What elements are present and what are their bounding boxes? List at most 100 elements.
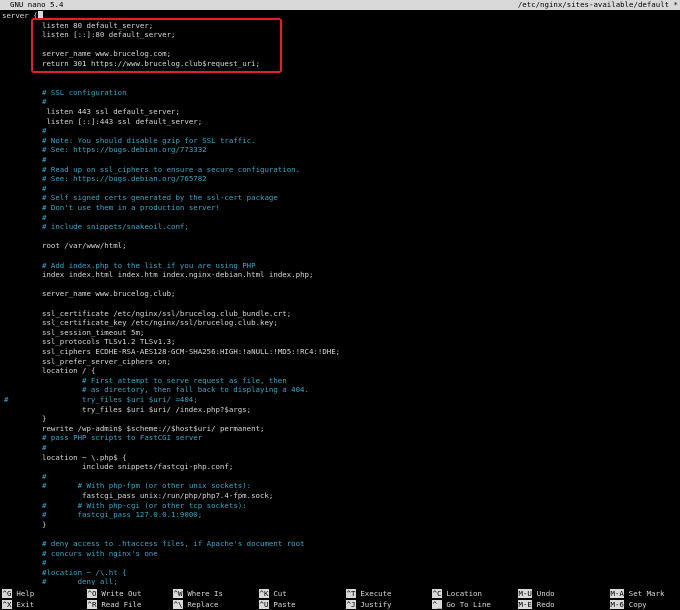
code-text: } xyxy=(42,519,47,529)
shortcut-key: ^J xyxy=(346,600,356,609)
code-text: listen [::]:443 ssl default_server; xyxy=(42,116,203,126)
code-text: ssl_certificate /etc/nginx/ssl/brucelog.… xyxy=(42,308,292,318)
code-text: ssl_prefer_server_ciphers on; xyxy=(42,356,172,366)
code-text: location ~ \.php$ { xyxy=(42,452,127,462)
shortcut-label: Where Is xyxy=(182,589,223,598)
shortcut-key: ^W xyxy=(173,589,183,598)
comment-text: # SSL configuration xyxy=(42,87,127,97)
comment-text: # # With php-fpm (or other unix sockets)… xyxy=(42,481,252,491)
shortcut-key: M-E xyxy=(518,600,533,609)
shortcut-go-to-line[interactable]: ^_ Go To Line xyxy=(432,600,491,610)
comment-text: # include snippets/snakeoil.conf; xyxy=(42,222,189,232)
code-text: } xyxy=(42,414,47,424)
shortcut-label: Copy xyxy=(624,600,647,609)
code-text: try_files $uri $uri/ /index.php?$args; xyxy=(82,404,252,414)
shortcut-label: Execute xyxy=(355,589,392,598)
shortcut-justify[interactable]: ^J Justify xyxy=(346,600,392,610)
shortcut-label: Redo xyxy=(532,600,555,609)
shortcut-key: ^O xyxy=(87,589,97,598)
comment-text: # xyxy=(42,97,47,107)
code-text: include snippets/fastcgi-php.conf; xyxy=(82,462,234,472)
shortcut-label: Location xyxy=(441,589,482,598)
shortcut-key: M-U xyxy=(518,589,533,598)
shortcut-set-mark[interactable]: M-A Set Mark xyxy=(610,589,664,599)
shortcut-read-file[interactable]: ^R Read File xyxy=(87,600,141,610)
shortcut-label: Cut xyxy=(268,589,287,598)
comment-text: # xyxy=(42,183,47,193)
code-text: ssl_ciphers ECDHE-RSA-AES128-GCM-SHA256:… xyxy=(42,347,341,356)
shortcut-label: Go To Line xyxy=(441,600,491,609)
code-text: listen 443 ssl default_server; xyxy=(42,107,180,116)
shortcut-cut[interactable]: ^K Cut xyxy=(259,589,287,599)
code-text: ssl_session_timeout 5m; xyxy=(42,327,145,337)
shortcut-key: ^R xyxy=(87,600,97,609)
shortcut-key: ^C xyxy=(432,589,442,598)
shortcut-key: M-6 xyxy=(610,600,625,609)
shortcut-exit[interactable]: ^X Exit xyxy=(2,600,34,610)
comment-text: # Self signed certs generated by the ssl… xyxy=(42,193,278,203)
code-text: fastcgi_pass unix:/run/php/php7.4-fpm.so… xyxy=(82,491,274,500)
shortcut-key: ^T xyxy=(346,589,356,598)
shortcut-label: Justify xyxy=(355,600,392,609)
shortcut-label: Write Out xyxy=(96,589,142,598)
code-text: index index.html index.htm index.nginx-d… xyxy=(42,270,314,280)
shortcut-label: Set Mark xyxy=(624,589,665,598)
comment-text: # See: https://bugs.debian.org/773332 xyxy=(42,145,207,155)
shortcut-key: M-A xyxy=(610,589,625,598)
shortcut-label: Help xyxy=(11,589,35,598)
shortcut-undo[interactable]: M-U Undo xyxy=(518,589,555,599)
comment-text: # See: https://bugs.debian.org/765782 xyxy=(42,174,207,184)
shortcut-label: Exit xyxy=(11,600,35,609)
comment-text: # Add index.php to the list if you are u… xyxy=(42,260,256,270)
shortcut-paste[interactable]: ^U Paste xyxy=(259,600,296,610)
shortcut-execute[interactable]: ^T Execute xyxy=(346,589,392,599)
comment-text: # xyxy=(42,212,47,222)
title-bar: GNU nano 5.4 /etc/nginx/sites-available/… xyxy=(0,0,680,10)
comment-text: # First attempt to serve request as file… xyxy=(82,375,287,385)
highlight-box xyxy=(31,18,282,73)
comment-text: # Read up on ssl_ciphers to ensure a sec… xyxy=(42,164,301,174)
shortcut-location[interactable]: ^C Location xyxy=(432,589,482,599)
comment-text: # Don't use them in a production server! xyxy=(42,203,220,212)
comment-text: # xyxy=(42,443,47,452)
comment-text: try_files $uri $uri/ =404; xyxy=(82,395,198,404)
shortcut-key: ^\ xyxy=(173,600,183,609)
comment-text: # xyxy=(42,126,47,136)
shortcut-where-is[interactable]: ^W Where Is xyxy=(173,589,223,599)
shortcut-key: ^G xyxy=(2,589,12,598)
shortcut-label: Replace xyxy=(182,600,219,609)
gutter-mark: # xyxy=(4,395,9,404)
shortcut-write-out[interactable]: ^O Write Out xyxy=(87,589,141,599)
comment-text: # deny all; xyxy=(42,577,118,585)
comment-text: # xyxy=(42,471,47,481)
shortcut-key: ^_ xyxy=(432,600,442,609)
comment-text: # xyxy=(42,155,47,164)
comment-text: # xyxy=(42,558,47,568)
shortcut-help[interactable]: ^G Help xyxy=(2,589,34,599)
file-path: /etc/nginx/sites-available/default * xyxy=(517,0,678,9)
editor-area[interactable]: server {listen 80 default_server; listen … xyxy=(0,11,680,585)
code-text: ssl_certificate_key /etc/nginx/ssl/bruce… xyxy=(42,318,278,328)
shortcut-bar: ^G Help ^O Write Out ^W Where Is ^K Cut ^T E… xyxy=(0,589,680,610)
comment-text: # concurs with nginx's one xyxy=(42,548,158,558)
code-text: ssl_protocols TLSv1.2 TLSv1.3; xyxy=(42,337,176,347)
shortcut-label: Read File xyxy=(96,600,142,609)
shortcut-key: ^K xyxy=(259,589,269,598)
shortcut-redo[interactable]: M-E Redo xyxy=(518,600,555,610)
code-text: root /var/www/html; xyxy=(42,241,127,251)
shortcut-copy[interactable]: M-6 Copy xyxy=(610,600,647,610)
comment-text: # Note: You should disable gzip for SSL … xyxy=(42,135,256,145)
comment-text: # pass PHP scripts to FastCGI server xyxy=(42,433,203,443)
app-name: GNU nano 5.4 xyxy=(10,0,64,9)
code-text: location / { xyxy=(42,366,96,376)
comment-text: # # With php-cgi (or other tcp sockets): xyxy=(42,500,247,510)
comment-text: # fastcgi_pass 127.0.0.1:9000; xyxy=(42,510,203,520)
code-text: server_name www.brucelog.club; xyxy=(42,289,176,299)
shortcut-key: ^X xyxy=(2,600,12,609)
comment-text: # deny access to .htaccess files, if Apa… xyxy=(42,539,305,548)
comment-text: # as directory, then fall back to displa… xyxy=(82,385,309,395)
shortcut-replace[interactable]: ^\ Replace xyxy=(173,600,219,610)
comment-text: #location ~ /\.ht { xyxy=(42,567,127,577)
shortcut-key: ^U xyxy=(259,600,269,609)
shortcut-label: Undo xyxy=(532,589,555,598)
